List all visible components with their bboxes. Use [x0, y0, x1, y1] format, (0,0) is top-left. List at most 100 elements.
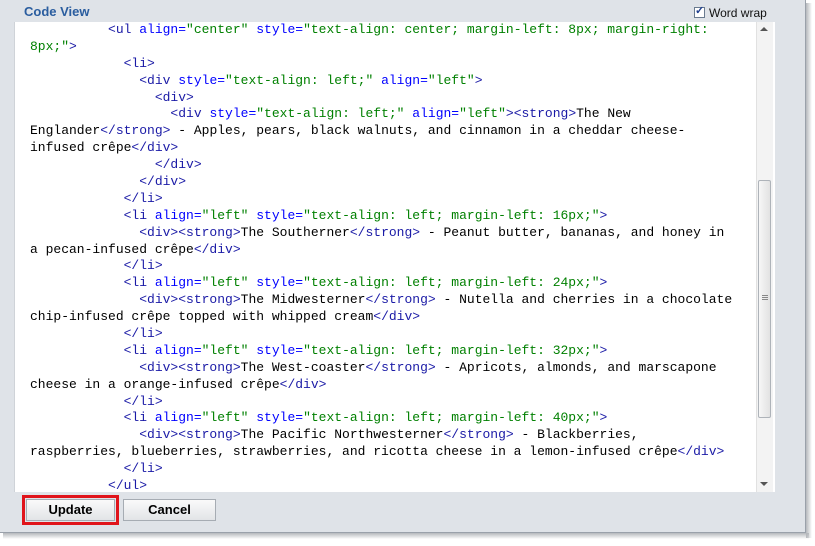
- code-line[interactable]: <li align="left" style="text-align: left…: [30, 343, 758, 360]
- code-token: </div>: [131, 140, 179, 156]
- code-token: align=: [147, 275, 202, 291]
- code-token: - Peanut butter, bananas, and honey in: [420, 224, 725, 240]
- code-token: </li>: [30, 393, 163, 409]
- code-token: <li>: [30, 55, 155, 71]
- code-token: "text-align: left; margin-left: 40px;": [303, 410, 600, 426]
- code-line[interactable]: 8px;">: [30, 39, 758, 56]
- code-token: a pecan-infused crêpe: [30, 241, 194, 257]
- code-token: The Southerner: [240, 224, 350, 240]
- code-line[interactable]: <div>: [30, 90, 758, 107]
- code-token: </div>: [193, 241, 241, 257]
- code-token: cheese in a orange-infused crêpe: [30, 376, 280, 392]
- code-token: style=: [248, 22, 304, 37]
- code-token: "text-align: left;": [225, 72, 374, 88]
- code-token: <div><strong>: [30, 224, 241, 240]
- code-line[interactable]: <li align="left" style="text-align: left…: [30, 208, 758, 225]
- update-button[interactable]: Update: [26, 499, 115, 521]
- code-line[interactable]: <div style="text-align: left;" align="le…: [30, 73, 758, 90]
- code-token: <div: [30, 72, 171, 88]
- code-line[interactable]: <li>: [30, 56, 758, 73]
- code-line[interactable]: </li>: [30, 258, 758, 275]
- code-line[interactable]: </li>: [30, 461, 758, 478]
- cancel-button[interactable]: Cancel: [123, 499, 216, 521]
- code-token: "center": [186, 22, 249, 37]
- code-line[interactable]: <li align="left" style="text-align: left…: [30, 275, 758, 292]
- code-token: style=: [170, 72, 226, 88]
- code-view-panel: Code View ✓ Word wrap <ul align="center"…: [0, 0, 806, 533]
- code-token: "left": [201, 207, 249, 223]
- code-token: </div>: [30, 157, 202, 173]
- code-token: The Midwesterner: [240, 292, 366, 308]
- code-token: <div: [30, 106, 202, 122]
- code-token: <li: [30, 207, 148, 223]
- code-line[interactable]: <li align="left" style="text-align: left…: [30, 410, 758, 427]
- code-token: <div><strong>: [30, 427, 241, 443]
- code-line[interactable]: <div><strong>The Southerner</strong> - P…: [30, 225, 758, 242]
- code-line[interactable]: <div><strong>The Midwesterner</strong> -…: [30, 292, 758, 309]
- code-token: </ul>: [30, 478, 148, 492]
- code-token: </div>: [373, 309, 421, 325]
- code-token: ><strong>: [505, 106, 577, 122]
- code-line[interactable]: <ul align="center" style="text-align: ce…: [30, 22, 758, 39]
- scroll-down-arrow-icon[interactable]: [760, 482, 768, 486]
- code-token: </li>: [30, 258, 163, 274]
- code-token: "text-align: left; margin-left: 32px;": [303, 342, 600, 358]
- code-token: style=: [248, 207, 304, 223]
- code-token: </strong>: [365, 292, 436, 308]
- code-text[interactable]: <ul align="center" style="text-align: ce…: [30, 22, 758, 492]
- word-wrap-checkbox[interactable]: ✓: [694, 5, 705, 18]
- code-line[interactable]: <div><strong>The West-coaster</strong> -…: [30, 360, 758, 377]
- grip-icon: [762, 295, 768, 296]
- panel-title: Code View: [24, 4, 90, 19]
- code-token: <div><strong>: [30, 292, 241, 308]
- code-token: "left": [201, 275, 249, 291]
- code-line[interactable]: raspberries, blueberries, strawberries, …: [30, 444, 758, 461]
- code-token: </li>: [30, 190, 163, 206]
- code-token: style=: [248, 342, 304, 358]
- code-token: align=: [147, 207, 202, 223]
- code-token: "left": [427, 72, 475, 88]
- code-token: >: [69, 38, 77, 54]
- vertical-scrollbar[interactable]: [756, 22, 773, 492]
- code-editor[interactable]: <ul align="center" style="text-align: ce…: [14, 22, 775, 492]
- code-token: "text-align: left; margin-left: 16px;": [303, 207, 600, 223]
- code-token: >: [599, 275, 608, 291]
- scrollbar-thumb[interactable]: [758, 180, 771, 418]
- code-line[interactable]: infused crêpe</div>: [30, 140, 758, 157]
- code-token: align=: [147, 342, 202, 358]
- code-token: >: [599, 207, 608, 223]
- code-line[interactable]: </li>: [30, 394, 758, 411]
- word-wrap-label[interactable]: Word wrap: [709, 6, 767, 20]
- word-wrap-toggle[interactable]: ✓ Word wrap: [694, 5, 767, 20]
- code-token: "left": [201, 410, 249, 426]
- code-line[interactable]: Englander</strong> - Apples, pears, blac…: [30, 123, 758, 140]
- panel-shadow-bottom: [3, 533, 809, 539]
- code-token: - Apricots, almonds, and marscapone: [435, 359, 717, 375]
- code-line[interactable]: chip-infused crêpe topped with whipped c…: [30, 309, 758, 326]
- code-line[interactable]: </li>: [30, 326, 758, 343]
- code-token: >: [599, 342, 608, 358]
- code-token: </div>: [677, 444, 725, 460]
- code-token: The West-coaster: [240, 359, 366, 375]
- code-token: style=: [248, 410, 304, 426]
- code-line[interactable]: </ul>: [30, 478, 758, 492]
- panel-shadow-right: [806, 3, 812, 538]
- code-line[interactable]: a pecan-infused crêpe</div>: [30, 242, 758, 259]
- scroll-up-arrow-icon[interactable]: [760, 27, 768, 31]
- code-token: - Nutella and cherries in a chocolate: [435, 292, 733, 308]
- code-line[interactable]: </li>: [30, 191, 758, 208]
- code-token: <li: [30, 275, 148, 291]
- code-token: </li>: [30, 326, 163, 342]
- code-line[interactable]: </div>: [30, 174, 758, 191]
- code-token: Englander: [30, 123, 101, 139]
- code-line[interactable]: <div><strong>The Pacific Northwesterner<…: [30, 427, 758, 444]
- code-line[interactable]: </div>: [30, 157, 758, 174]
- code-token: </div>: [30, 174, 187, 190]
- checkmark-icon: ✓: [695, 5, 705, 17]
- code-token: <div><strong>: [30, 359, 241, 375]
- code-line[interactable]: <div style="text-align: left;" align="le…: [30, 106, 758, 123]
- code-token: </strong>: [100, 123, 171, 139]
- code-token: </div>: [279, 376, 327, 392]
- code-line[interactable]: cheese in a orange-infused crêpe</div>: [30, 377, 758, 394]
- code-token: chip-infused crêpe topped with whipped c…: [30, 309, 374, 325]
